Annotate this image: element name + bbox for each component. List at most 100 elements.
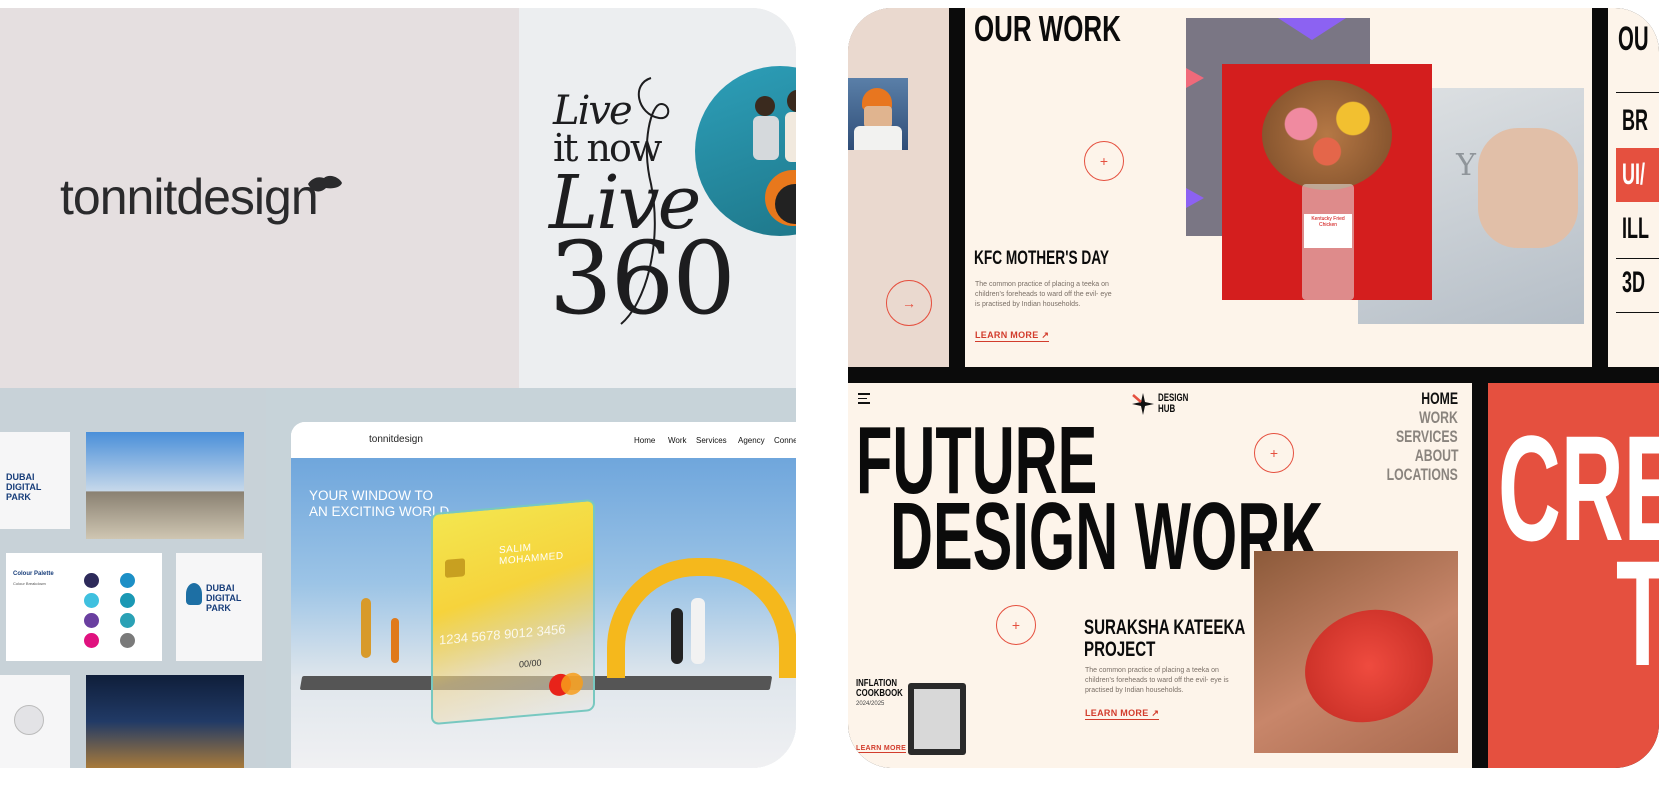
- nav-work[interactable]: Work: [668, 436, 687, 445]
- arrow-ne-icon: ↗: [1151, 708, 1160, 718]
- scooter-photo: [695, 66, 796, 236]
- swatch: [84, 573, 99, 588]
- hamburger-menu-icon[interactable]: [858, 393, 872, 404]
- palette-subtitle: Colour Breakdown: [13, 581, 46, 586]
- triangle-icon: [1186, 188, 1204, 208]
- service-item-3d[interactable]: 3D: [1622, 266, 1645, 300]
- palette-title: Colour Palette: [13, 571, 54, 577]
- services-menu-panel: OU BR UI/ ILL 3D: [1608, 8, 1659, 367]
- kateeka-photo: [1254, 551, 1458, 753]
- swatch: [84, 633, 99, 648]
- brand-title-text: DUBAI DIGITAL PARK: [6, 472, 42, 502]
- suraksha-title-1: SURAKSHA KATEEKA: [1084, 616, 1246, 639]
- divider: [1472, 383, 1488, 768]
- cookbook-learn-more-link[interactable]: LEARN MORE: [856, 745, 907, 753]
- live-360-panel: Live it now Live 360: [519, 8, 796, 388]
- robot-page: [0, 675, 70, 768]
- main-menu: HOME WORK SERVICES ABOUT LOCATIONS: [1368, 389, 1458, 489]
- divider: [848, 367, 1659, 383]
- left-portfolio-card[interactable]: tonnitdesign Live it now Live 360 DUBAI …: [0, 8, 796, 768]
- red-create-panel: CRE T: [1488, 383, 1659, 768]
- menu-work[interactable]: WORK: [1419, 408, 1458, 428]
- swatch: [120, 573, 135, 588]
- nav-connect[interactable]: Connect: [774, 436, 796, 445]
- next-arrow-button[interactable]: →: [886, 280, 932, 326]
- child-figure: [391, 618, 399, 663]
- arrow-right-icon: →: [902, 295, 916, 311]
- swatch: [120, 593, 135, 608]
- plus-icon: +: [1269, 445, 1279, 461]
- divider: [1616, 312, 1659, 313]
- triangle-icon: [1186, 68, 1204, 88]
- flourish-icon: [620, 77, 670, 325]
- flower-vase-photo: Kentucky Fried Chicken: [1222, 64, 1432, 300]
- menu-services[interactable]: SERVICES: [1396, 427, 1458, 447]
- nav-home[interactable]: Home: [634, 436, 655, 445]
- design-hub-logo-icon[interactable]: [1130, 391, 1156, 417]
- credit-card: SALIM MOHAMMED 1234 5678 9012 3456 00/00: [431, 498, 595, 726]
- kfc-learn-more-link[interactable]: LEARN MORE ↗: [975, 330, 1050, 342]
- divider: [1592, 8, 1596, 367]
- our-work-heading: OUR WORK: [974, 8, 1121, 49]
- menu-locations[interactable]: LOCATIONS: [1387, 465, 1458, 485]
- hero-banner: YOUR WINDOW TO AN EXCITING WORLD SALIM M…: [291, 458, 796, 768]
- nav-services[interactable]: Services: [696, 436, 727, 445]
- right-portfolio-card[interactable]: → OUR WORK + KFC MOTHER'S DAY The common…: [848, 8, 1659, 768]
- site-logo[interactable]: tonnitdesign: [369, 434, 423, 445]
- swatch: [84, 593, 99, 608]
- plus-icon: +: [1099, 153, 1109, 169]
- divider: [1616, 92, 1659, 93]
- person-figure: [671, 608, 683, 664]
- cookbook-cover: [908, 683, 966, 755]
- service-item-branding[interactable]: BR: [1622, 104, 1648, 138]
- plus-icon: +: [1011, 617, 1021, 633]
- triangle-icon: [1278, 18, 1346, 40]
- hero-line-1: YOUR WINDOW TO: [309, 488, 433, 503]
- tree-icon: [186, 583, 202, 605]
- menu-home[interactable]: HOME: [1421, 389, 1458, 409]
- browser-window: tonnitdesign Home Work Services Agency C…: [291, 422, 796, 768]
- plus-button[interactable]: +: [996, 605, 1036, 645]
- suraksha-title: SURAKSHA KATEEKA PROJECT: [1084, 617, 1245, 661]
- create-word-2: T: [1616, 538, 1659, 688]
- flowers: [1262, 80, 1392, 190]
- plus-button[interactable]: +: [1254, 433, 1294, 473]
- suraksha-title-2: PROJECT: [1084, 638, 1156, 661]
- brand-logo: tonnitdesign: [60, 169, 319, 225]
- night-rendering-photo: [86, 675, 244, 768]
- card-number: 1234 5678 9012 3456: [439, 621, 566, 648]
- menu-about[interactable]: ABOUT: [1414, 446, 1458, 466]
- park-rendering-photo: [86, 432, 244, 539]
- chip-icon: [445, 558, 465, 578]
- hand-shape: [1478, 128, 1578, 248]
- nav-agency[interactable]: Agency: [738, 436, 765, 445]
- brand-book-panel: DUBAI DIGITAL PARK Colour Palette Colour…: [0, 388, 266, 768]
- suraksha-description: The common practice of placing a teeka o…: [1085, 667, 1229, 694]
- colour-palette-page: Colour Palette Colour Breakdown: [6, 553, 162, 661]
- brand-page-title: DUBAI DIGITAL PARK: [0, 432, 70, 529]
- suraksha-learn-more-link[interactable]: LEARN MORE ↗: [1085, 708, 1160, 720]
- cookbook-year: 2024/2025: [856, 701, 885, 707]
- divider: [949, 8, 965, 367]
- service-item-ui: UI/: [1622, 158, 1646, 191]
- card-name: SALIM MOHAMMED: [499, 542, 564, 568]
- logo-mark-icon: [308, 175, 342, 192]
- service-item-ui-highlight[interactable]: UI/: [1616, 148, 1659, 202]
- service-item-illustration[interactable]: ILL: [1622, 212, 1649, 246]
- swatch: [84, 613, 99, 628]
- services-heading: OU: [1618, 20, 1649, 58]
- portrait-photo: [848, 78, 908, 150]
- learn-more-label: LEARN MORE: [856, 745, 907, 752]
- plus-button[interactable]: +: [1084, 141, 1124, 181]
- brand-line-2: HUB: [1158, 403, 1176, 415]
- kfc-description: The common practice of placing a teeka o…: [975, 281, 1112, 308]
- future-design-panel: DESIGN HUB HOME WORK SERVICES ABOUT LOCA…: [848, 383, 1472, 768]
- brand-title-text: DUBAI DIGITAL PARK: [206, 583, 242, 613]
- cookbook-title-2: COOKBOOK: [856, 688, 903, 699]
- vase: Kentucky Fried Chicken: [1302, 184, 1354, 300]
- card-expiry: 00/00: [519, 657, 542, 670]
- jar-label: Kentucky Fried Chicken: [1304, 214, 1352, 248]
- hero-line-2: AN EXCITING WORLD: [309, 504, 450, 519]
- person-figure: [361, 598, 371, 658]
- swatch: [120, 613, 135, 628]
